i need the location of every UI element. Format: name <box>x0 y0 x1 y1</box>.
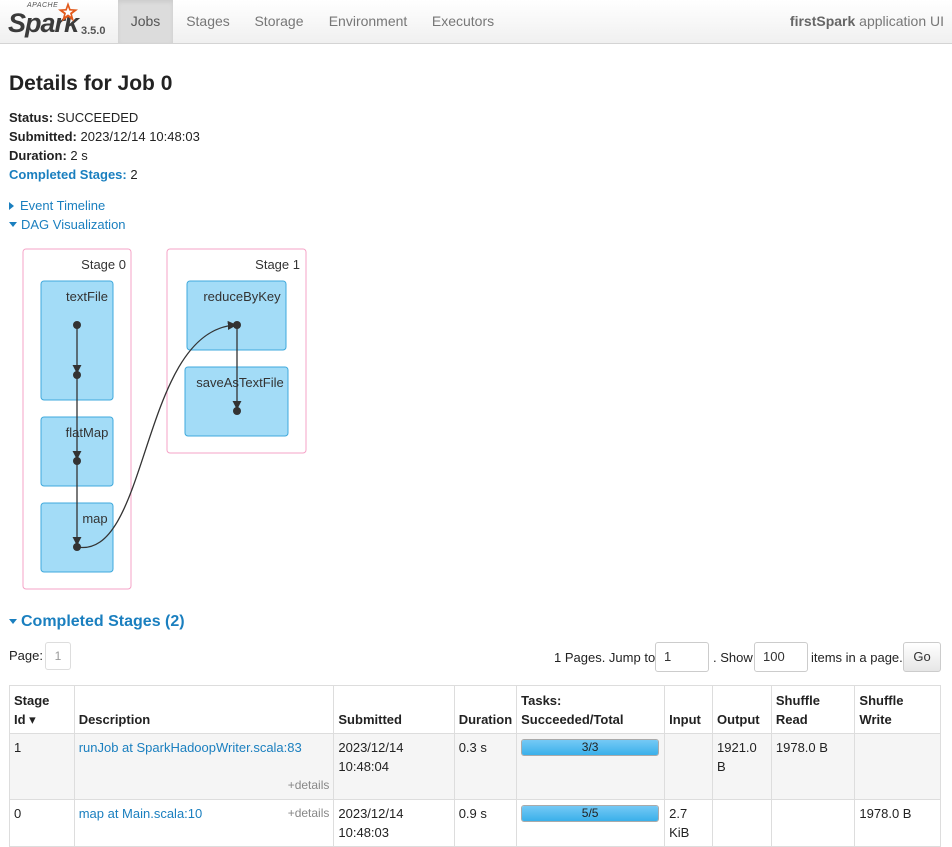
pages-text: 1 Pages. Jump to <box>554 650 656 665</box>
cell-stage-id: 1 <box>9 733 75 800</box>
cell-tasks: 5/5 <box>516 799 666 847</box>
submitted-value: 2023/12/14 10:48:03 <box>80 129 200 144</box>
page-title: Details for Job 0 <box>9 72 173 95</box>
column-header-shuffle-read[interactable]: Shuffle Read <box>770 685 856 734</box>
completed-stages-link[interactable]: Completed Stages: <box>9 167 127 182</box>
column-header-tasks[interactable]: Tasks: Succeeded/Total <box>516 685 666 734</box>
cell-shuffle-read <box>770 799 856 847</box>
dag-dot <box>233 407 241 415</box>
cell-shuffle-write: 1978.0 B <box>854 799 941 847</box>
column-header-input[interactable]: Input <box>664 685 714 734</box>
page-label: Page: <box>9 648 43 663</box>
dag-visualization-label: DAG Visualization <box>21 217 126 232</box>
duration-value: 2 s <box>70 148 88 163</box>
stage-description-link[interactable]: map at Main.scala:10 <box>79 806 203 821</box>
cell-input: 2.7 KiB <box>664 799 714 847</box>
tasks-progress-bar: 3/3 <box>521 739 660 756</box>
cell-shuffle-write <box>854 733 941 800</box>
tasks-progress-bar: 5/5 <box>521 805 660 822</box>
app-suffix: application UI <box>859 13 944 29</box>
column-header-description[interactable]: Description <box>73 685 335 734</box>
event-timeline-toggle[interactable]: Event Timeline <box>9 198 105 213</box>
page-number-button[interactable]: 1 <box>45 642 71 670</box>
dag-dot <box>73 457 81 465</box>
cell-output: 1921.0 B <box>712 733 772 800</box>
stage-description-link[interactable]: runJob at SparkHadoopWriter.scala:83 <box>79 740 302 755</box>
completed-stages-value: 2 <box>130 167 138 182</box>
items-text: items in a page. <box>811 650 903 665</box>
duration-label: Duration: <box>9 148 67 163</box>
completed-stages-header[interactable]: Completed Stages (2) <box>9 613 185 631</box>
collapse-arrow-icon <box>9 222 17 227</box>
dag-dot <box>73 371 81 379</box>
tasks-progress-label: 3/3 <box>581 740 599 754</box>
stage-0-label: Stage 0 <box>81 257 126 272</box>
submitted-label: Submitted: <box>9 129 77 144</box>
dag-dot <box>233 321 241 329</box>
cell-submitted: 2023/12/14 10:48:03 <box>333 799 455 847</box>
completed-stages-title: Completed Stages (2) <box>21 613 185 630</box>
tab-stages[interactable]: Stages <box>177 0 239 43</box>
table-row: 1 runJob at SparkHadoopWriter.scala:83 +… <box>9 733 941 800</box>
completed-stages-line: Completed Stages: 2 <box>9 167 138 182</box>
cell-tasks: 3/3 <box>516 733 666 800</box>
table-row: 0 map at Main.scala:10 +details 2023/12/… <box>9 799 941 847</box>
dag-node-reducebykey-label: reduceByKey <box>203 289 281 304</box>
status-label: Status: <box>9 110 54 125</box>
spark-star-icon <box>58 2 78 22</box>
dag-dot <box>73 321 81 329</box>
collapse-arrow-icon <box>9 619 17 624</box>
column-header-duration[interactable]: Duration <box>453 685 518 734</box>
expand-arrow-icon <box>9 202 14 210</box>
table-header-row: Stage Id ▾ Description Submitted Duration… <box>9 685 941 734</box>
spark-logo[interactable]: APACHE Spark 3.5.0 <box>8 2 112 42</box>
column-header-output[interactable]: Output <box>712 685 772 734</box>
column-header-stage-id[interactable]: Stage Id ▾ <box>9 685 75 734</box>
dag-visualization-toggle[interactable]: DAG Visualization <box>9 217 126 232</box>
dag-node-saveastextfile-label: saveAsTextFile <box>196 375 283 390</box>
status-value: SUCCEEDED <box>56 110 139 125</box>
spark-version: 3.5.0 <box>81 25 106 37</box>
app-title: firstSpark application UI <box>790 0 944 43</box>
tab-jobs[interactable]: Jobs <box>118 0 173 43</box>
cell-duration: 0.9 s <box>453 799 518 847</box>
cell-output <box>712 799 772 847</box>
dag-dot <box>73 543 81 551</box>
dag-node-map-label: map <box>82 511 107 526</box>
cell-duration: 0.3 s <box>453 733 518 800</box>
go-button[interactable]: Go <box>903 642 941 672</box>
dag-visualization: Stage 0 textFile flatMap map Stage 1 red… <box>22 248 307 590</box>
show-text: . Show <box>713 650 753 665</box>
event-timeline-label: Event Timeline <box>20 198 106 213</box>
cell-shuffle-read: 1978.0 B <box>770 733 856 800</box>
dag-node-textfile-label: textFile <box>66 289 108 304</box>
tasks-progress-label: 5/5 <box>581 806 599 820</box>
details-toggle[interactable]: +details <box>288 776 330 795</box>
submitted-line: Submitted: 2023/12/14 10:48:03 <box>9 129 200 144</box>
dag-node-flatmap-label: flatMap <box>66 425 109 440</box>
column-header-shuffle-write[interactable]: Shuffle Write <box>854 685 941 734</box>
tab-environment[interactable]: Environment <box>320 0 416 43</box>
cell-stage-id: 0 <box>9 799 75 847</box>
status-line: Status: SUCCEEDED <box>9 110 138 125</box>
tab-storage[interactable]: Storage <box>245 0 313 43</box>
duration-line: Duration: 2 s <box>9 148 88 163</box>
cell-description: map at Main.scala:10 +details <box>73 799 335 847</box>
page-size-input[interactable]: 100 <box>754 642 808 672</box>
top-navbar: APACHE Spark 3.5.0 Jobs Stages Storage E… <box>0 0 952 44</box>
details-toggle[interactable]: +details <box>288 804 330 823</box>
tab-executors[interactable]: Executors <box>422 0 504 43</box>
stage-1-label: Stage 1 <box>255 257 300 272</box>
app-name: firstSpark <box>789 13 856 29</box>
jump-to-page-input[interactable]: 1 <box>655 642 709 672</box>
completed-stages-table: Stage Id ▾ Description Submitted Duration… <box>9 685 941 847</box>
cell-submitted: 2023/12/14 10:48:04 <box>333 733 455 800</box>
cell-input <box>664 733 714 800</box>
cell-description: runJob at SparkHadoopWriter.scala:83 +de… <box>73 733 335 800</box>
column-header-submitted[interactable]: Submitted <box>333 685 455 734</box>
